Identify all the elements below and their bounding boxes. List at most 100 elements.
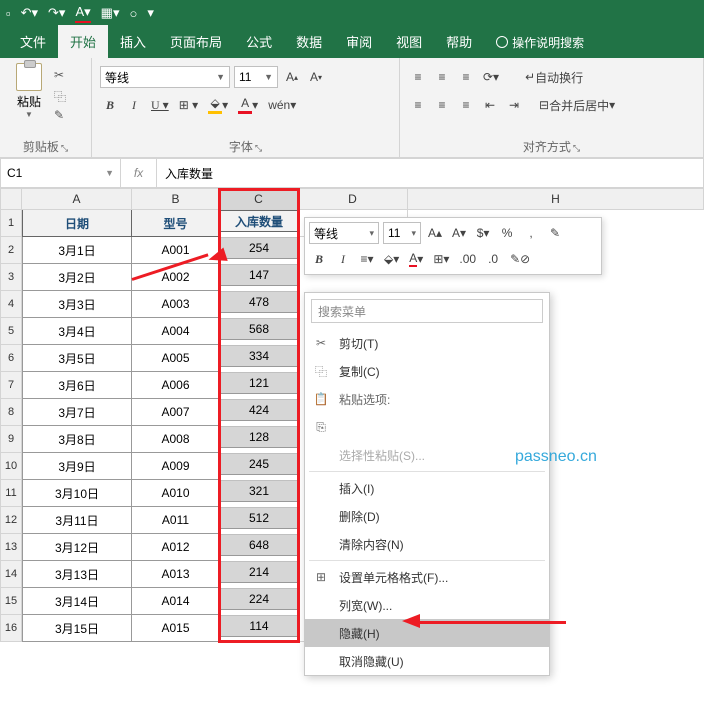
indent-inc-icon[interactable]: ⇥ [504, 94, 524, 116]
row-header[interactable]: 4 [0, 291, 22, 318]
font-color-qat-icon[interactable]: A▾ [75, 4, 90, 23]
cell-date[interactable]: 3月3日 [22, 291, 132, 318]
theme-icon[interactable]: ▦▾ [101, 5, 120, 21]
cell-qty[interactable]: 214 [220, 561, 298, 583]
merge-center-button[interactable]: ⊟ 合并后居中 ▾ [536, 94, 618, 116]
tab-formula[interactable]: 公式 [234, 25, 284, 58]
cell-qty[interactable]: 121 [220, 372, 298, 394]
tab-help[interactable]: 帮助 [434, 25, 484, 58]
mini-align[interactable]: ≡▾ [357, 248, 377, 270]
cell-qty[interactable]: 245 [220, 453, 298, 475]
header-model[interactable]: 型号 [132, 210, 220, 237]
tab-data[interactable]: 数据 [284, 25, 334, 58]
row-header[interactable]: 6 [0, 345, 22, 372]
format-painter-icon[interactable]: ✎ [54, 108, 70, 122]
ctx-copy[interactable]: ⿻复制(C) [305, 357, 549, 385]
orientation-icon[interactable]: ⟳▾ [480, 66, 502, 88]
ctx-search-input[interactable]: 搜索菜单 [311, 299, 543, 323]
cell-model[interactable]: A002 [132, 264, 220, 291]
cell-model[interactable]: A007 [132, 399, 220, 426]
row-header[interactable]: 5 [0, 318, 22, 345]
cell-model[interactable]: A015 [132, 615, 220, 642]
border-button[interactable]: ⊞ ▾ [176, 94, 201, 116]
underline-button[interactable]: U ▾ [148, 94, 172, 116]
cell-qty[interactable]: 648 [220, 534, 298, 556]
align-center-icon[interactable]: ≡ [432, 94, 452, 116]
ctx-hide[interactable]: 隐藏(H) [305, 619, 549, 647]
row-header[interactable]: 1 [0, 210, 22, 237]
font-color-button[interactable]: A▾ [235, 94, 261, 116]
cell-date[interactable]: 3月11日 [22, 507, 132, 534]
phonetic-button[interactable]: wén▾ [265, 94, 299, 116]
cell-model[interactable]: A005 [132, 345, 220, 372]
fill-color-button[interactable]: ⬙▾ [205, 94, 231, 116]
cell-date[interactable]: 3月4日 [22, 318, 132, 345]
ctx-cut[interactable]: ✂剪切(T) [305, 329, 549, 357]
row-header[interactable]: 12 [0, 507, 22, 534]
ctx-delete[interactable]: 删除(D) [305, 502, 549, 530]
cell-qty[interactable]: 254 [220, 237, 298, 259]
cell-model[interactable]: A003 [132, 291, 220, 318]
cell-qty[interactable]: 512 [220, 507, 298, 529]
mini-font-color[interactable]: A▾ [406, 248, 426, 270]
cell-date[interactable]: 3月6日 [22, 372, 132, 399]
qat-more-icon[interactable]: ▾ [147, 5, 154, 21]
mini-format-painter[interactable]: ✎ [545, 222, 565, 244]
bold-button[interactable]: B [100, 94, 120, 116]
cell-qty[interactable]: 321 [220, 480, 298, 502]
cell-model[interactable]: A014 [132, 588, 220, 615]
indent-dec-icon[interactable]: ⇤ [480, 94, 500, 116]
tab-review[interactable]: 审阅 [334, 25, 384, 58]
cell-model[interactable]: A006 [132, 372, 220, 399]
font-size-select[interactable]: 11▼ [234, 66, 278, 88]
mini-comma[interactable]: , [521, 222, 541, 244]
wrap-text-button[interactable]: ↵ 自动换行 [522, 66, 586, 88]
mini-dec-inc[interactable]: .00 [456, 248, 479, 270]
mini-fill[interactable]: ⬙▾ [381, 248, 402, 270]
tab-file[interactable]: 文件 [8, 25, 58, 58]
mini-shrink-font[interactable]: A▾ [449, 222, 469, 244]
ctx-unhide[interactable]: 取消隐藏(U) [305, 647, 549, 675]
cut-icon[interactable]: ✂ [54, 68, 70, 82]
grow-font-icon[interactable]: A▴ [282, 66, 302, 88]
paste-button[interactable]: 粘贴 ▼ [8, 62, 50, 120]
row-header[interactable]: 9 [0, 426, 22, 453]
ctx-insert[interactable]: 插入(I) [305, 474, 549, 502]
cell-qty[interactable]: 147 [220, 264, 298, 286]
ctx-format-cells[interactable]: ⊞设置单元格格式(F)... [305, 563, 549, 591]
copy-icon[interactable]: ⿻ [54, 88, 70, 102]
select-all-corner[interactable] [0, 188, 22, 210]
cell-date[interactable]: 3月13日 [22, 561, 132, 588]
tab-layout[interactable]: 页面布局 [158, 25, 234, 58]
cell-date[interactable]: 3月14日 [22, 588, 132, 615]
cell-date[interactable]: 3月1日 [22, 237, 132, 264]
cell-date[interactable]: 3月12日 [22, 534, 132, 561]
col-header-b[interactable]: B [132, 188, 220, 210]
cell-date[interactable]: 3月5日 [22, 345, 132, 372]
row-header[interactable]: 10 [0, 453, 22, 480]
cell-qty[interactable]: 224 [220, 588, 298, 610]
ctx-paste-special[interactable]: 选择性粘贴(S)... [305, 441, 549, 469]
cell-model[interactable]: A011 [132, 507, 220, 534]
header-date[interactable]: 日期 [22, 210, 132, 237]
cell-date[interactable]: 3月9日 [22, 453, 132, 480]
italic-button[interactable]: I [124, 94, 144, 116]
cell-qty[interactable]: 568 [220, 318, 298, 340]
mini-border[interactable]: ⊞▾ [430, 248, 452, 270]
mini-font-size[interactable]: 11▾ [383, 222, 421, 244]
cell-qty[interactable]: 478 [220, 291, 298, 313]
mini-percent[interactable]: % [497, 222, 517, 244]
align-right-icon[interactable]: ≡ [456, 94, 476, 116]
row-header[interactable]: 7 [0, 372, 22, 399]
mini-italic[interactable]: I [333, 248, 353, 270]
mini-font-name[interactable]: 等线▾ [309, 222, 379, 244]
cell-date[interactable]: 3月7日 [22, 399, 132, 426]
col-header-c[interactable]: C [220, 188, 298, 210]
align-middle-icon[interactable]: ≡ [432, 66, 452, 88]
tab-search[interactable]: 操作说明搜索 [484, 27, 596, 58]
row-header[interactable]: 16 [0, 615, 22, 642]
tab-insert[interactable]: 插入 [108, 25, 158, 58]
fx-icon[interactable]: fx [121, 159, 157, 187]
mini-grow-font[interactable]: A▴ [425, 222, 445, 244]
row-header[interactable]: 13 [0, 534, 22, 561]
